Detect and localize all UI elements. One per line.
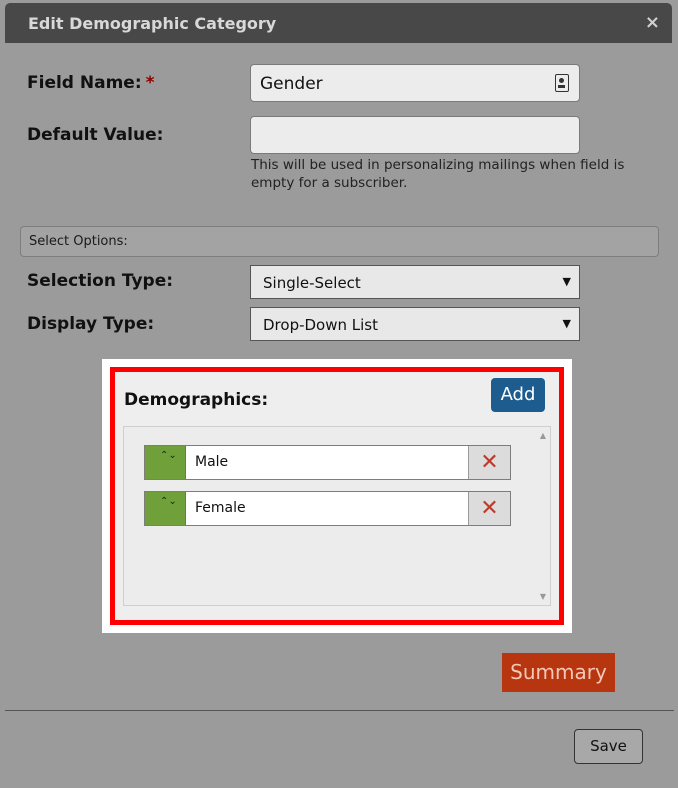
- display-type-value: Drop-Down List: [263, 316, 378, 334]
- close-icon[interactable]: ×: [645, 12, 660, 33]
- list-item: ⌃⌄ Male ✕: [144, 445, 511, 480]
- required-marker: *: [145, 73, 155, 93]
- scroll-up-icon[interactable]: ▲: [540, 431, 546, 440]
- field-name-label: Field Name: *: [27, 73, 155, 93]
- demographics-title: Demographics:: [124, 390, 269, 410]
- dropdown-arrow-icon: ▼: [562, 275, 571, 288]
- selection-type-value: Single-Select: [263, 274, 361, 292]
- default-value-label: Default Value:: [27, 125, 164, 145]
- select-options-bar: Select Options:: [20, 226, 659, 257]
- dialog-titlebar: Edit Demographic Category ×: [5, 3, 672, 43]
- remove-icon[interactable]: ✕: [468, 492, 510, 525]
- drag-handle-icon[interactable]: ⌃⌄: [145, 446, 186, 479]
- demographics-list[interactable]: ▲ ⌃⌄ Male ✕ ⌃⌄ Female ✕ ▼: [123, 426, 551, 606]
- drag-handle-icon[interactable]: ⌃⌄: [145, 492, 186, 525]
- field-name-value: Gender: [260, 74, 323, 94]
- demographics-panel: Demographics: Add ▲ ⌃⌄ Male ✕ ⌃⌄ Female …: [102, 359, 572, 633]
- contact-card-icon[interactable]: [555, 74, 569, 92]
- demographics-highlight: Demographics: Add ▲ ⌃⌄ Male ✕ ⌃⌄ Female …: [110, 367, 564, 625]
- field-name-input[interactable]: Gender: [250, 64, 580, 102]
- display-type-select[interactable]: Drop-Down List ▼: [250, 307, 580, 341]
- dialog-title: Edit Demographic Category: [28, 14, 277, 33]
- default-value-input[interactable]: [250, 116, 580, 154]
- display-type-label: Display Type:: [27, 314, 155, 334]
- save-button[interactable]: Save: [574, 729, 643, 764]
- selection-type-select[interactable]: Single-Select ▼: [250, 265, 580, 299]
- default-value-hint: This will be used in personalizing maili…: [251, 157, 625, 191]
- list-item: ⌃⌄ Female ✕: [144, 491, 511, 526]
- section-title: Select Options:: [29, 234, 128, 249]
- dropdown-arrow-icon: ▼: [562, 317, 571, 330]
- remove-icon[interactable]: ✕: [468, 446, 510, 479]
- list-item-label[interactable]: Male: [195, 454, 228, 470]
- divider: [5, 710, 674, 711]
- add-button[interactable]: Add: [491, 378, 545, 412]
- scroll-down-icon[interactable]: ▼: [540, 592, 546, 601]
- summary-button[interactable]: Summary: [502, 653, 615, 692]
- list-item-label[interactable]: Female: [195, 500, 246, 516]
- selection-type-label: Selection Type:: [27, 271, 174, 291]
